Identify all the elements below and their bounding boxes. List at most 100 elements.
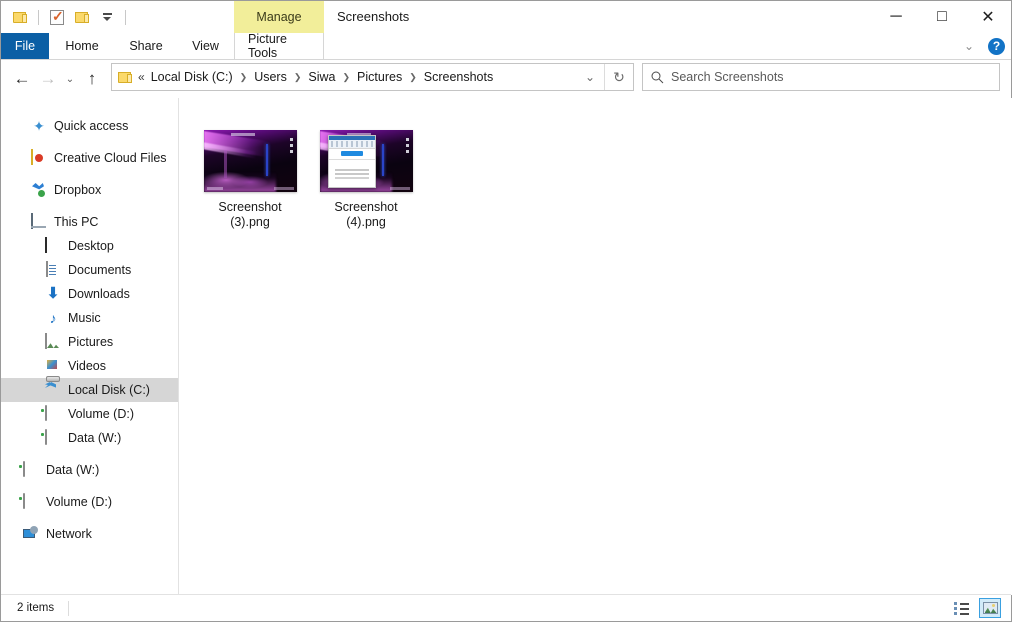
collapse-ribbon-glyph: ⌄: [963, 39, 975, 53]
sidebar-item-label: Desktop: [68, 239, 114, 253]
sidebar-item-label: Data (W:): [46, 463, 100, 477]
sidebar-item-local-disk-c[interactable]: Local Disk (C:): [1, 378, 178, 402]
breadcrumb-pictures[interactable]: Pictures: [356, 70, 403, 84]
sidebar-item-downloads[interactable]: ⬇ Downloads: [1, 282, 178, 306]
sidebar-item-data-w[interactable]: Data (W:): [1, 458, 178, 482]
desktop-icon: [45, 237, 61, 254]
breadcrumb-screenshots[interactable]: Screenshots: [423, 70, 494, 84]
minimize-icon: ─: [890, 8, 902, 25]
breadcrumb-siwa[interactable]: Siwa: [307, 70, 336, 84]
thumbnail[interactable]: [203, 130, 297, 192]
new-folder-icon[interactable]: [72, 7, 92, 27]
tab-file-label: File: [14, 39, 36, 53]
downloads-icon: ⬇: [46, 285, 60, 302]
folder-icon[interactable]: [10, 7, 30, 27]
search-input[interactable]: Search Screenshots: [671, 70, 784, 84]
sidebar-item-label: Pictures: [68, 335, 114, 349]
details-view-icon: [954, 602, 970, 614]
sidebar-item-music[interactable]: ♪ Music: [1, 306, 178, 330]
maximize-icon: □: [937, 8, 947, 25]
properties-icon[interactable]: [47, 7, 67, 27]
sidebar-item-label: Creative Cloud Files: [54, 151, 167, 165]
drive-icon: [45, 405, 61, 422]
sidebar-item-quick-access[interactable]: ✦ Quick access: [1, 114, 178, 138]
breadcrumb-local-disk[interactable]: Local Disk (C:): [150, 70, 234, 84]
contextual-tab-manage-label: Manage: [256, 10, 302, 24]
videos-icon: [45, 358, 61, 374]
file-item[interactable]: Screenshot (3).png: [192, 126, 308, 230]
customize-qat-icon[interactable]: [97, 7, 117, 27]
pictures-icon: [45, 333, 61, 350]
breadcrumb-separator-icon[interactable]: ❯: [240, 72, 248, 83]
minimize-button[interactable]: ─: [873, 1, 919, 33]
breadcrumb-separator-icon[interactable]: ❯: [409, 72, 417, 83]
contextual-tab-manage[interactable]: Manage: [234, 1, 324, 33]
address-bar-buttons: ⌄ ↻: [576, 64, 633, 90]
tab-view[interactable]: View: [177, 33, 234, 59]
sidebar-item-documents[interactable]: Documents: [1, 258, 178, 282]
sidebar-item-volume-d-root[interactable]: Volume (D:): [1, 490, 178, 514]
large-icons-view-toggle[interactable]: [979, 598, 1001, 618]
breadcrumb-users[interactable]: Users: [253, 70, 288, 84]
thumbnail-image-neon-corridor-with-dialog: [319, 130, 413, 192]
recent-locations-button[interactable]: ⌄: [61, 64, 79, 94]
sidebar-item-label: Volume (D:): [46, 495, 112, 509]
sidebar-item-desktop[interactable]: Desktop: [1, 234, 178, 258]
search-box[interactable]: Search Screenshots: [642, 63, 1000, 91]
details-view-toggle[interactable]: [951, 598, 973, 618]
tab-file[interactable]: File: [1, 33, 49, 59]
back-button[interactable]: ←: [9, 64, 35, 94]
tab-home-label: Home: [65, 39, 99, 53]
sidebar-item-dropbox[interactable]: Dropbox: [1, 178, 178, 202]
window-controls: ─ □ ✕: [873, 1, 1011, 33]
refresh-button[interactable]: ↻: [604, 64, 633, 90]
sidebar-item-volume-d[interactable]: Volume (D:): [1, 402, 178, 426]
pin-icon: ✦: [33, 118, 45, 134]
creative-cloud-icon: [31, 149, 47, 166]
status-bar: 2 items: [1, 594, 1011, 621]
chevron-down-icon[interactable]: ⌄: [958, 35, 980, 57]
tab-picture-tools[interactable]: Picture Tools: [234, 32, 324, 60]
file-item[interactable]: Screenshot (4).png: [308, 126, 424, 230]
sidebar-item-pictures[interactable]: Pictures: [1, 330, 178, 354]
view-toggle-group: [951, 598, 1011, 618]
title-bar: Manage Screenshots ─ □ ✕: [1, 1, 1011, 33]
forward-button[interactable]: →: [35, 64, 61, 94]
dropbox-icon: [31, 182, 47, 198]
sidebar-item-this-pc[interactable]: This PC: [1, 210, 178, 234]
drive-icon: [45, 429, 61, 446]
breadcrumb-separator-icon[interactable]: ❯: [343, 72, 351, 83]
sidebar-item-label: Music: [68, 311, 101, 325]
thumbnail[interactable]: [319, 130, 413, 192]
tab-home[interactable]: Home: [49, 33, 115, 59]
large-icons-view-icon: [982, 602, 998, 614]
file-list-pane[interactable]: Screenshot (3).png Screenshot (4).png: [180, 98, 1012, 595]
address-dropdown-button[interactable]: ⌄: [576, 64, 604, 90]
search-icon: [643, 71, 671, 84]
breadcrumb-separator-icon[interactable]: ❯: [294, 72, 302, 83]
status-divider: [68, 600, 70, 616]
sidebar-item-videos[interactable]: Videos: [1, 354, 178, 378]
up-button[interactable]: ↑: [79, 64, 105, 94]
sidebar-item-network[interactable]: Network: [1, 522, 178, 546]
tab-share[interactable]: Share: [115, 33, 177, 59]
quick-access-toolbar: [1, 1, 129, 33]
breadcrumb-overflow-icon[interactable]: «: [138, 70, 145, 84]
navigation-pane[interactable]: ✦ Quick access Creative Cloud Files Drop…: [1, 98, 179, 595]
file-name-line-1: Screenshot: [334, 200, 398, 214]
sidebar-item-creative-cloud-files[interactable]: Creative Cloud Files: [1, 146, 178, 170]
network-icon: [23, 526, 39, 542]
sidebar-item-label: Quick access: [54, 119, 129, 133]
sidebar-item-data-w-nested[interactable]: Data (W:): [1, 426, 178, 450]
sidebar-item-label: Videos: [68, 359, 106, 373]
sidebar-item-label: Downloads: [68, 287, 130, 301]
address-folder-icon: [118, 71, 133, 84]
local-disk-icon: [45, 382, 61, 398]
window-title: Screenshots: [337, 9, 410, 24]
maximize-button[interactable]: □: [919, 1, 965, 33]
sidebar-item-label: Network: [46, 527, 92, 541]
sidebar-item-label: Volume (D:): [68, 407, 134, 421]
address-bar[interactable]: « Local Disk (C:) ❯ Users ❯ Siwa ❯ Pictu…: [111, 63, 634, 91]
help-icon[interactable]: ?: [988, 37, 1005, 55]
close-button[interactable]: ✕: [965, 1, 1011, 33]
